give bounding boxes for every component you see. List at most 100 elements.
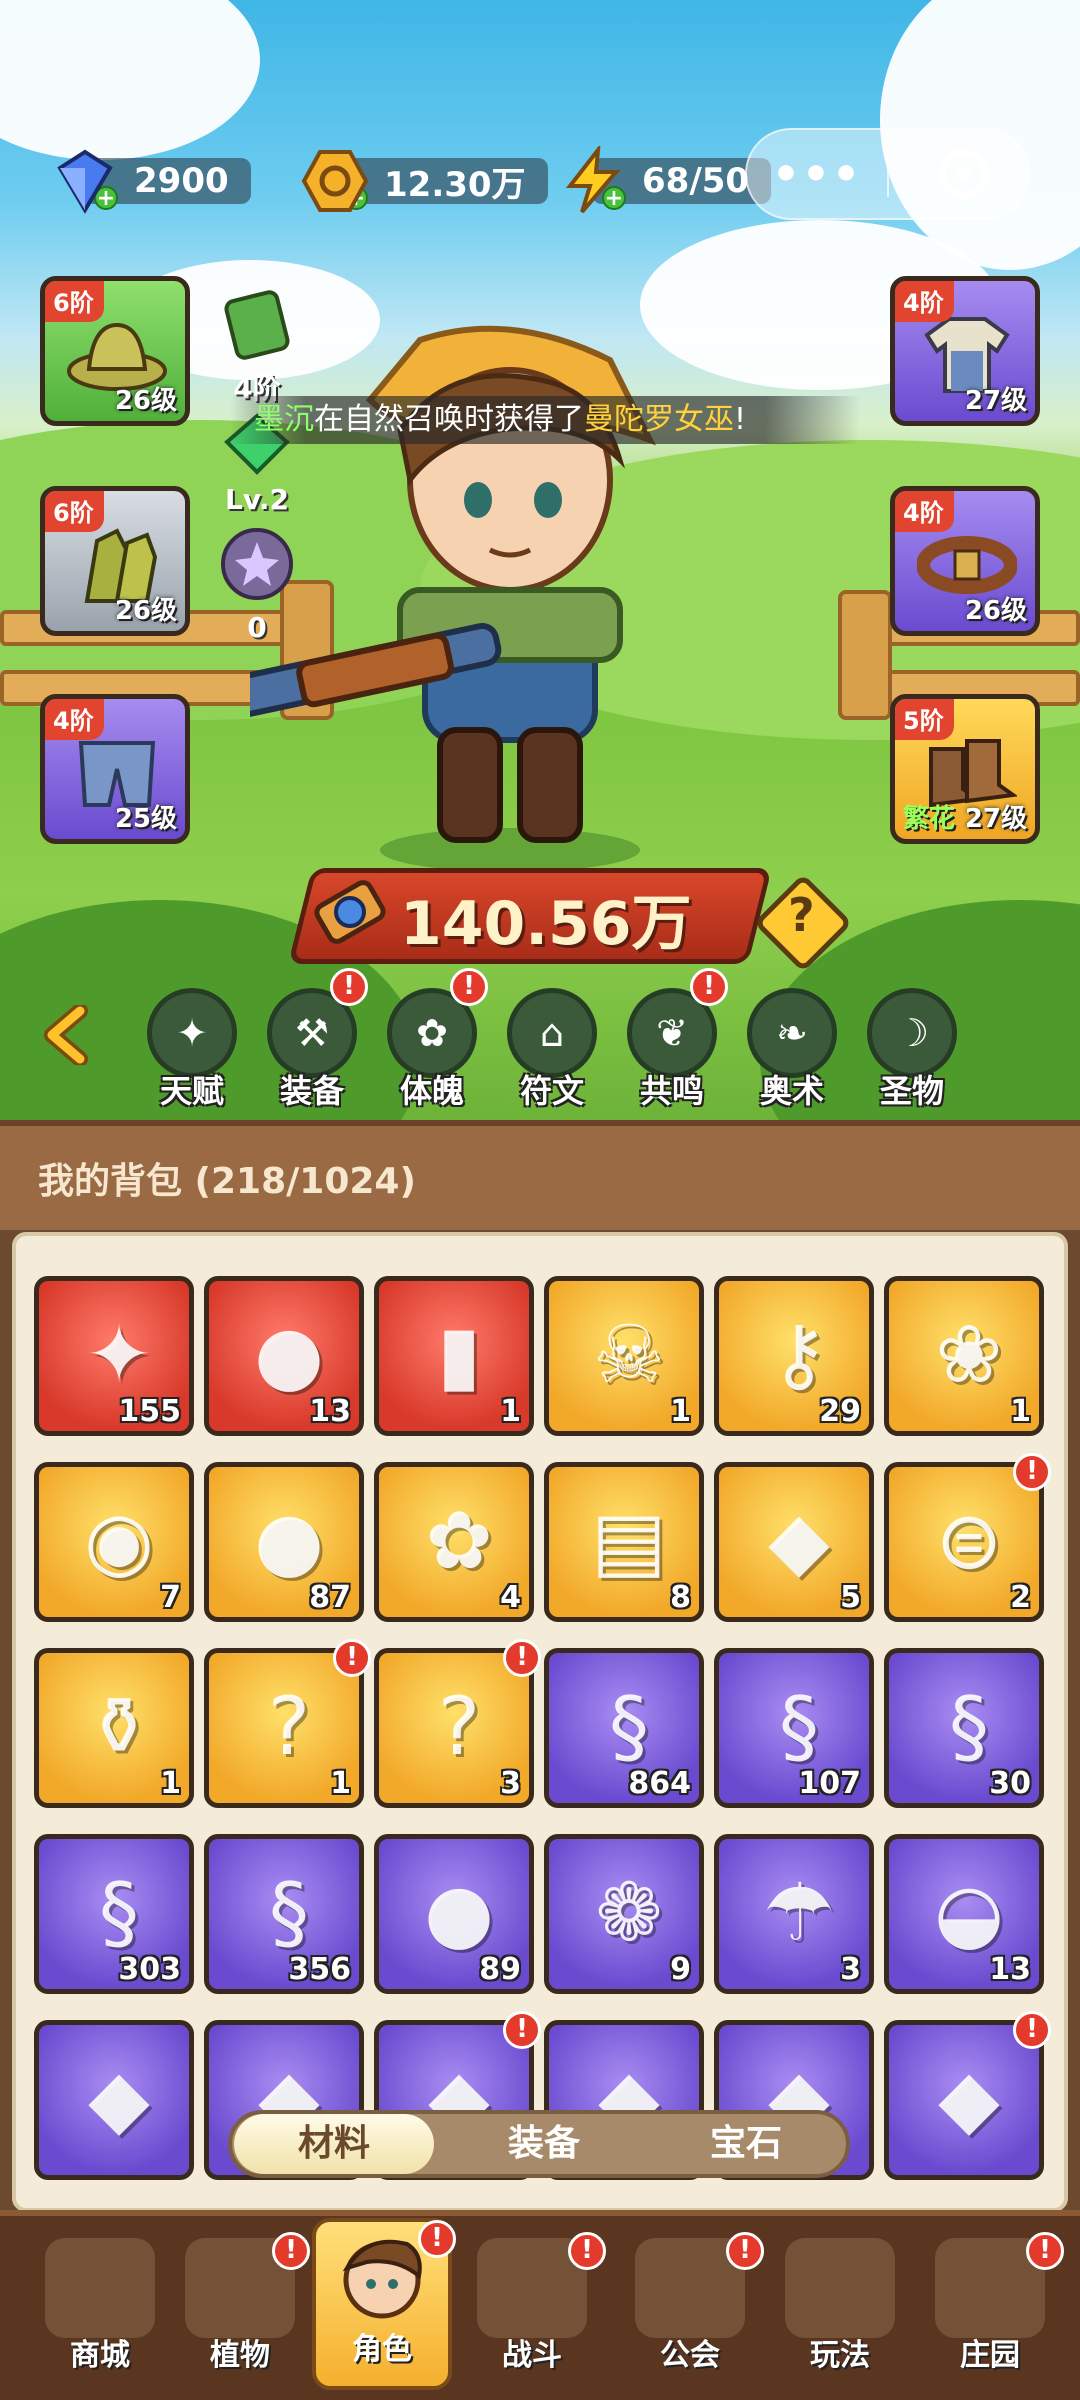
gold-counter[interactable]: + 12.30万 [300,150,548,212]
bag-item[interactable]: § 107 [714,1648,874,1808]
golden-key-icon: ⚷ [769,1308,829,1401]
gameplay-icon [785,2238,895,2338]
bag-item[interactable]: ◆ 5 [714,1462,874,1622]
item-count: 1 [330,1766,351,1801]
purple-scroll-icon: ⊜ [935,1494,1003,1587]
equip-slot-boots[interactable]: 5阶 繁花 27级 [890,694,1040,844]
nav-label: 角色 [352,2332,412,2367]
tab-materials[interactable]: 材料 [234,2114,434,2174]
feature-resonance[interactable]: ❦ 共鸣 ! [622,968,728,1112]
announcement-player: 墨沉 [254,402,314,437]
orb-counter[interactable]: 0 [212,524,302,644]
bag-item[interactable]: ☂ 3 [714,1834,874,1994]
skull-scroll-icon: ☠ [593,1308,665,1401]
bag-item[interactable]: ● 87 [204,1462,364,1622]
item-count: 13 [989,1952,1031,1987]
card-tier-indicator[interactable]: 4阶 [212,290,302,407]
bag-item[interactable]: ? 3! [374,1639,541,1808]
item-count: 29 [819,1394,861,1429]
bag-item[interactable]: ⚱ 1 [34,1648,194,1808]
bag-item[interactable]: ◉ 7 [34,1462,194,1622]
alert-badge: ! [1013,2011,1051,2049]
tab-equipment[interactable]: 装备 [444,2114,644,2174]
feature-rune[interactable]: ⌂ 符文 [502,988,602,1112]
nav-manor[interactable]: 庄园 ! [920,2232,1064,2382]
nav-guild[interactable]: 公会 ! [620,2232,764,2382]
level-label: 27级 [964,386,1027,416]
item-count: 107 [798,1766,861,1801]
bag-item[interactable]: ● 13 [204,1276,364,1436]
equip-slot-shirt[interactable]: 4阶 27级 [890,276,1040,426]
bag-item[interactable]: ◆! [884,2011,1051,2180]
relic-icon: ☽ [867,988,957,1078]
bag-item[interactable]: ⚷ 29 [714,1276,874,1436]
item-count: 5 [840,1580,861,1615]
feature-relic[interactable]: ☽ 圣物 [862,988,962,1112]
equip-slot-belt[interactable]: 4阶 26级 [890,486,1040,636]
item-count: 1 [160,1766,181,1801]
bag-item[interactable]: ✦ 155 [34,1276,194,1436]
feature-physique[interactable]: ✿ 体魄 ! [382,968,488,1112]
equip-slot-hat[interactable]: 6阶 26级 [40,276,190,426]
energy-counter[interactable]: + 68/50 [558,146,772,214]
feature-arcane[interactable]: ❧ 奥术 [742,988,842,1112]
bag-item[interactable]: ◒ 13 [884,1834,1044,1994]
nav-gameplay[interactable]: 玩法 [770,2232,910,2382]
item-count: 1 [500,1394,521,1429]
feature-equipment[interactable]: ⚒ 装备 ! [262,968,368,1112]
bag-item[interactable]: ? 1! [204,1639,371,1808]
bag-item[interactable]: ❁ 9 [544,1834,704,1994]
alert-badge: ! [1026,2232,1064,2270]
feature-label: 天赋 [159,1072,224,1110]
tab-gems[interactable]: 宝石 [646,2114,846,2174]
amber-gem-icon: ◆ [768,1494,830,1587]
item-count: 303 [118,1952,181,1987]
bag-item[interactable]: ❀ 1 [884,1276,1044,1436]
level-label: 26级 [964,596,1027,626]
alert-badge: ! [503,2011,541,2049]
announcement-text: 在自然召唤时获得了 [314,402,584,437]
bag-item[interactable]: § 30 [884,1648,1044,1808]
watering-can-icon: ☂ [763,1866,835,1959]
bag-item[interactable]: § 356 [204,1834,364,1994]
bag-panel: ✦ 155 ● 13 ▮ 1 ☠ 1 ⚷ 29 ❀ 1 ◉ 7 ● 87 ✿ 4 ▤ 8 ◆ 5 ⊜ 2! ⚱ 1? 1!? 3! § 8… [12,1232,1068,2212]
chevron-left-icon[interactable] [38,1005,98,1065]
feature-label: 共鸣 [639,1072,704,1110]
bag-item[interactable]: ● 89 [374,1834,534,1994]
bag-item[interactable]: ▮ 1 [374,1276,534,1436]
feature-talent[interactable]: ✦ 天赋 [142,988,242,1112]
bag-item[interactable]: ✿ 4 [374,1462,534,1622]
shop-icon [45,2238,155,2338]
bag-item[interactable]: § 864 [544,1648,704,1808]
item-count: 356 [288,1952,351,1987]
close-target-icon[interactable] [939,149,989,199]
nav-battle[interactable]: 战斗 ! [462,2232,606,2382]
nav-character[interactable]: 角色 ! [312,2218,456,2390]
sword-emblem-icon [314,880,386,944]
flower-pot-icon: ✿ [425,1494,493,1587]
more-options-icon[interactable]: ••• [747,149,887,200]
bag-item[interactable]: ⊜ 2! [884,1453,1051,1622]
item-count: 4 [500,1580,521,1615]
help-icon[interactable]: ? [788,888,815,942]
nav-plants[interactable]: 植物 ! [170,2232,310,2382]
bag-item[interactable]: ◆ [34,2020,194,2180]
item-count: 7 [160,1580,181,1615]
bag-item[interactable]: ☠ 1 [544,1276,704,1436]
bag-item[interactable]: § 303 [34,1834,194,1994]
tier-badge: 6阶 [45,491,104,532]
equip-slot-pants[interactable]: 4阶 25级 [40,694,190,844]
capsule-divider [887,151,889,197]
level-label: 26级 [114,596,177,626]
equip-slot-gloves[interactable]: 6阶 26级 [40,486,190,636]
gem-counter[interactable]: + 2900 [50,149,251,214]
book-icon: ❧ [747,988,837,1078]
level-label: 27级 [964,804,1027,834]
nav-shop[interactable]: 商城 [30,2232,170,2382]
pink-scroll-icon: § [779,1680,819,1773]
item-count: 1 [1010,1394,1031,1429]
bag-tabs: 材料 装备 宝石 [228,2110,850,2178]
tier-badge: 4阶 [895,281,954,322]
rune-icon: ⌂ [507,988,597,1078]
bag-item[interactable]: ▤ 8 [544,1462,704,1622]
